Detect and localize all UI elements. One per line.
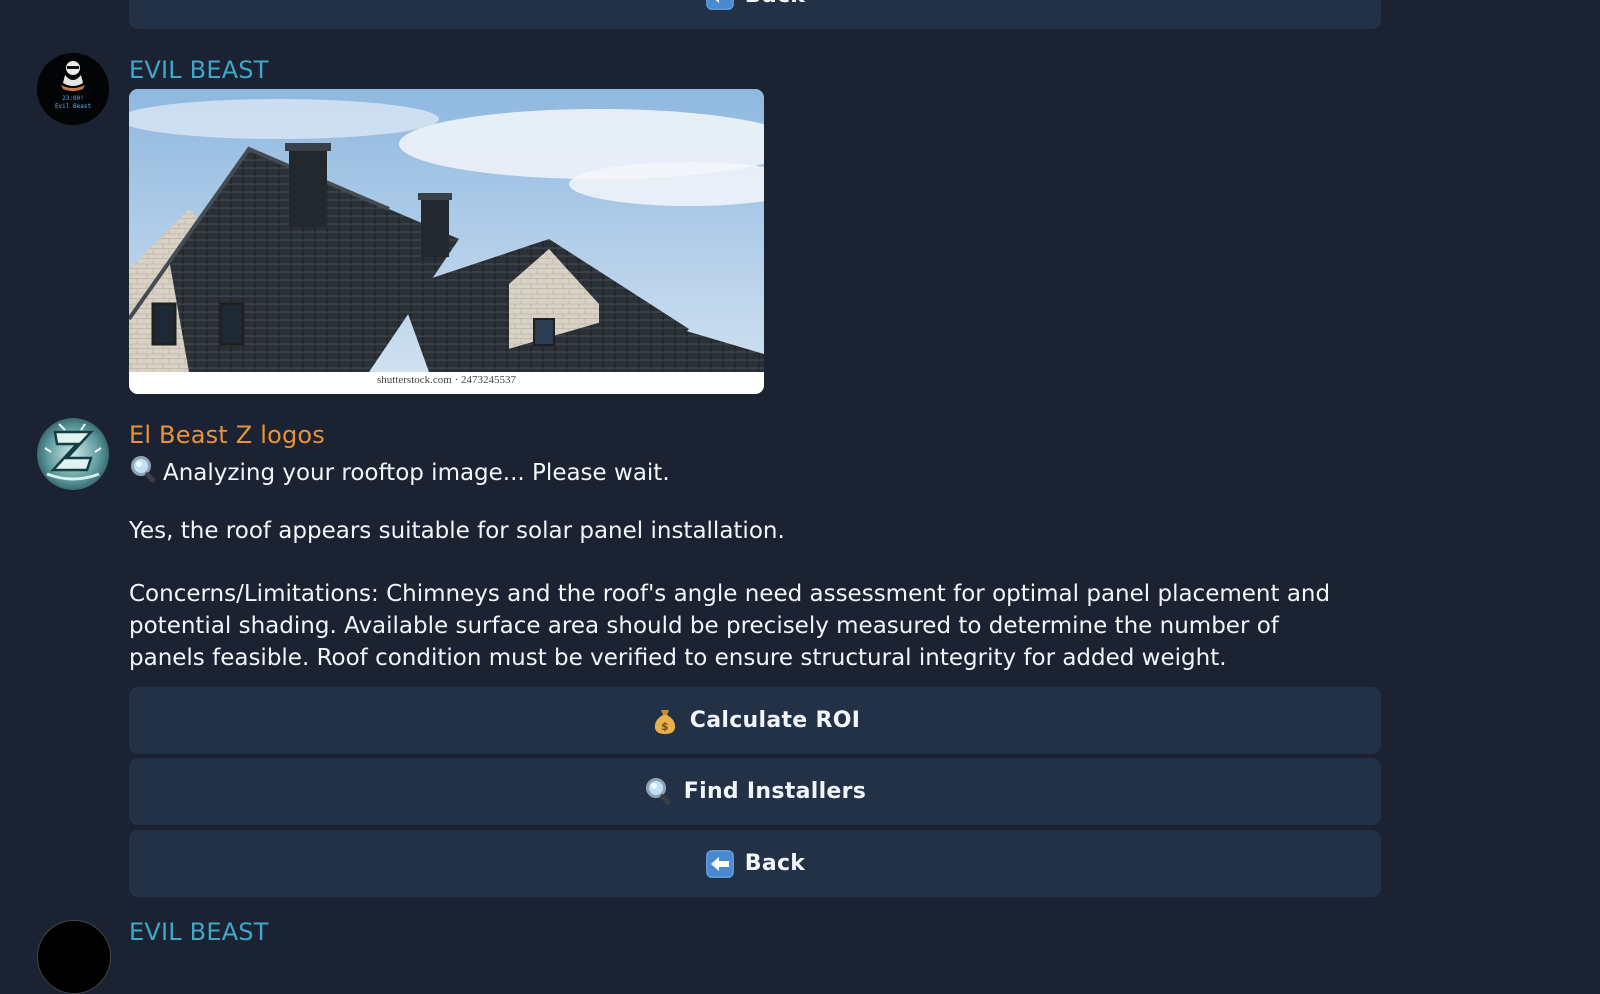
left-arrow-emoji-icon — [705, 0, 735, 11]
analyzing-status-line: Analyzing your rooftop image... Please w… — [129, 455, 670, 494]
left-arrow-emoji-icon — [705, 849, 735, 879]
evil-beast-avatar[interactable]: 23:00! Evil Beast — [37, 53, 109, 125]
sender-name-el-beast-z-logos[interactable]: El Beast Z logos — [129, 420, 325, 450]
back-button-label: Back — [745, 0, 806, 8]
evil-beast-avatar-next[interactable] — [37, 920, 111, 994]
calculate-roi-label: Calculate ROI — [689, 708, 861, 733]
magnifier-emoji-icon — [644, 777, 674, 807]
photo-caption: shutterstock.com · 2473245537 — [376, 374, 516, 386]
avatar-time-text: 23:00! — [62, 95, 84, 102]
back-button-label: Back — [744, 851, 806, 876]
concerns-line-2: potential shading. Available surface are… — [129, 613, 1279, 639]
concerns-line-3: panels feasible. Roof condition must be … — [129, 645, 1227, 671]
concerns-line-1: Concerns/Limitations: Chimneys and the r… — [129, 581, 1331, 607]
money-bag-emoji-icon: $ — [650, 706, 680, 736]
find-installers-button[interactable]: Find Installers — [129, 758, 1381, 825]
calculate-roi-button[interactable]: $ Calculate ROI — [129, 687, 1381, 754]
rooftop-photo[interactable]: shutterstock.com · 2473245537 — [129, 89, 764, 394]
el-beast-z-logos-avatar[interactable] — [37, 418, 109, 490]
suitability-result-text: Yes, the roof appears suitable for solar… — [129, 518, 785, 544]
magnifier-emoji-icon — [129, 455, 163, 494]
sender-name-evil-beast[interactable]: EVIL BEAST — [129, 55, 269, 85]
back-button-top[interactable]: Back — [129, 0, 1381, 29]
sender-name-evil-beast-next[interactable]: EVIL BEAST — [129, 917, 269, 947]
back-button[interactable]: Back — [129, 830, 1381, 897]
rooftop-photo-image — [129, 89, 764, 394]
find-installers-label: Find Installers — [683, 779, 867, 804]
analyzing-status-text: Analyzing your rooftop image... Please w… — [163, 460, 670, 486]
el-beast-z-logos-avatar-icon — [37, 418, 109, 490]
svg-text:$: $ — [661, 720, 669, 733]
avatar-name-text: Evil Beast — [54, 103, 92, 110]
evil-beast-avatar-icon — [37, 53, 109, 125]
